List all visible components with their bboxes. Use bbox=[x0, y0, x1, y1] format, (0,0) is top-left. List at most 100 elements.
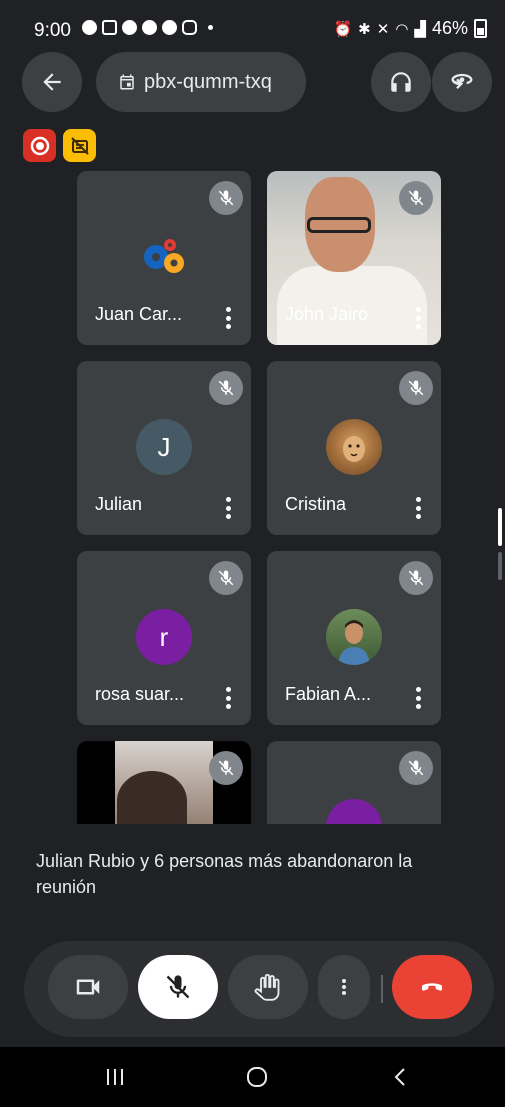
lion-avatar-icon bbox=[343, 436, 365, 462]
participant-name: Cristina bbox=[285, 494, 347, 514]
participant-tile[interactable] bbox=[77, 741, 251, 824]
mute-icon: ✕ bbox=[376, 20, 390, 38]
battery-percent: 46% bbox=[431, 18, 468, 38]
wifi-icon: ◠ bbox=[395, 20, 409, 38]
participant-tile[interactable]: John Jairo bbox=[267, 171, 441, 345]
participant-tile[interactable]: Cristina bbox=[267, 361, 441, 535]
muted-indicator bbox=[209, 371, 243, 405]
mic-off-icon bbox=[408, 570, 424, 586]
avatar-letter: J bbox=[157, 431, 171, 462]
participant-avatar: J bbox=[136, 419, 192, 475]
avatar-letter: r bbox=[159, 621, 169, 652]
muted-indicator bbox=[209, 751, 243, 785]
more-vert-icon bbox=[342, 979, 346, 995]
facebook-icon bbox=[142, 20, 157, 35]
participant-menu-button[interactable] bbox=[415, 687, 421, 709]
mic-off-icon bbox=[408, 760, 424, 776]
participant-tile[interactable]: Juan Car... bbox=[77, 171, 251, 345]
meeting-top-bar: pbx-qumm-txq bbox=[0, 52, 505, 116]
muted-indicator bbox=[209, 561, 243, 595]
system-navigation-bar bbox=[0, 1047, 505, 1107]
back-button[interactable] bbox=[22, 52, 82, 112]
mic-off-icon bbox=[218, 190, 234, 206]
participant-menu-button[interactable] bbox=[225, 687, 231, 709]
camera-toggle-button[interactable] bbox=[48, 955, 128, 1019]
hand-icon bbox=[254, 973, 280, 1001]
video-camera-icon bbox=[76, 979, 100, 995]
gears-avatar-icon bbox=[144, 239, 184, 273]
muted-indicator bbox=[399, 751, 433, 785]
participant-menu-button[interactable] bbox=[225, 497, 231, 519]
scrollbar-thumb[interactable] bbox=[498, 508, 502, 546]
back-chevron-icon bbox=[394, 1068, 405, 1086]
participants-left-notice: Julian Rubio y 6 personas más abandonaro… bbox=[36, 851, 413, 897]
participant-menu-button[interactable] bbox=[415, 497, 421, 519]
home-icon bbox=[247, 1067, 267, 1087]
mic-off-icon bbox=[218, 570, 234, 586]
participant-name: Julian bbox=[95, 494, 143, 514]
participant-name: rosa suar... bbox=[95, 684, 185, 704]
meeting-code: pbx-qumm-txq bbox=[144, 70, 272, 93]
participant-menu-button[interactable] bbox=[225, 307, 231, 329]
participant-avatar bbox=[326, 419, 382, 475]
muted-indicator bbox=[399, 371, 433, 405]
status-bar: 9:00 ⏰ ✱ ✕ ◠ ▟ 46% bbox=[0, 0, 505, 52]
more-options-button[interactable] bbox=[318, 955, 370, 1019]
bluetooth-icon: ✱ bbox=[358, 20, 371, 38]
mic-off-icon bbox=[218, 760, 234, 776]
participant-avatar: r bbox=[136, 609, 192, 665]
controls-divider bbox=[381, 975, 383, 1003]
participant-avatar bbox=[136, 229, 192, 285]
participant-tile[interactable]: Fabian A... bbox=[267, 551, 441, 725]
muted-indicator bbox=[209, 181, 243, 215]
end-call-button[interactable] bbox=[392, 955, 472, 1019]
recents-icon bbox=[107, 1069, 123, 1085]
participant-avatar bbox=[326, 799, 382, 824]
participant-grid: Juan Car... John Jairo J Julian Cristina… bbox=[77, 171, 443, 824]
facebook-icon bbox=[122, 20, 137, 35]
muted-indicator bbox=[399, 561, 433, 595]
alarm-icon: ⏰ bbox=[333, 20, 353, 38]
switch-camera-button[interactable] bbox=[432, 52, 492, 112]
microphone-toggle-button[interactable] bbox=[138, 955, 218, 1019]
back-nav-button[interactable] bbox=[386, 1061, 416, 1093]
mic-off-icon bbox=[218, 380, 234, 396]
status-time: 9:00 bbox=[34, 20, 71, 41]
arrow-left-icon bbox=[43, 73, 61, 91]
battery-icon bbox=[474, 19, 487, 38]
hang-up-icon bbox=[422, 983, 442, 991]
participant-avatar bbox=[326, 609, 382, 665]
record-icon bbox=[30, 136, 49, 155]
video-notification-icon bbox=[102, 20, 117, 35]
chat-bubble-icon bbox=[82, 20, 97, 35]
recent-apps-button[interactable] bbox=[100, 1061, 130, 1093]
mic-off-icon bbox=[408, 380, 424, 396]
participant-tile[interactable]: r rosa suar... bbox=[77, 551, 251, 725]
home-button[interactable] bbox=[242, 1061, 272, 1093]
instagram-icon bbox=[182, 20, 197, 35]
flip-camera-icon bbox=[451, 73, 473, 89]
raise-hand-button[interactable] bbox=[228, 955, 308, 1019]
participant-tile[interactable] bbox=[267, 741, 441, 824]
muted-indicator bbox=[399, 181, 433, 215]
meeting-info-button[interactable]: pbx-qumm-txq bbox=[96, 52, 306, 112]
more-notifications-dot bbox=[208, 25, 213, 30]
participant-menu-button[interactable] bbox=[415, 307, 421, 329]
headphones-icon bbox=[391, 72, 411, 92]
participant-tile[interactable]: J Julian bbox=[77, 361, 251, 535]
recording-indicator[interactable] bbox=[23, 129, 56, 162]
mic-off-icon bbox=[408, 190, 424, 206]
person-photo-avatar-icon bbox=[338, 620, 370, 665]
participant-name: Juan Car... bbox=[95, 304, 183, 324]
participant-name: Fabian A... bbox=[285, 684, 372, 704]
call-controls bbox=[24, 941, 494, 1037]
system-status: ⏰ ✱ ✕ ◠ ▟ 46% bbox=[333, 18, 487, 39]
notification-icons bbox=[82, 20, 213, 35]
participant-name: John Jairo bbox=[285, 304, 369, 324]
annotation-indicator[interactable] bbox=[63, 129, 96, 162]
signal-icon: ▟ bbox=[414, 20, 426, 38]
scrollbar-track[interactable] bbox=[498, 552, 502, 580]
pinterest-icon bbox=[162, 20, 177, 35]
audio-output-button[interactable] bbox=[371, 52, 431, 112]
meeting-indicators bbox=[23, 129, 96, 162]
